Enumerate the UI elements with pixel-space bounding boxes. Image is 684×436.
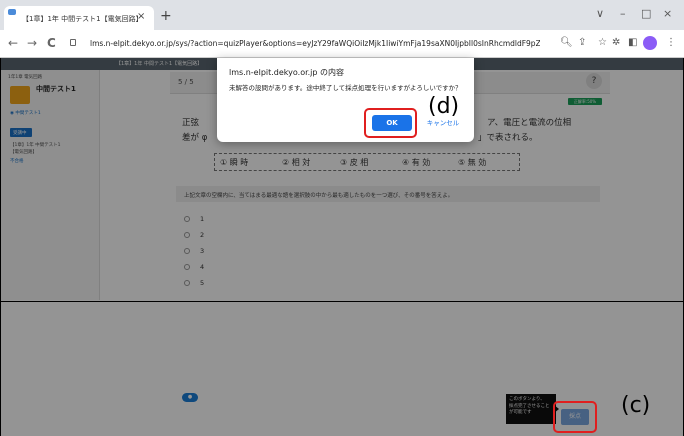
score-tag: 正解率:50% bbox=[568, 98, 602, 105]
dialog-title: lms.n-elpit.dekyo.or.jp の内容 bbox=[229, 68, 345, 77]
tooltip-arrow bbox=[554, 405, 559, 413]
sidebar-item-text-1[interactable]: 【1章】1年 中間テスト1 bbox=[10, 142, 61, 148]
sidebar-breadcrumb: 1年1章 電気回路 bbox=[8, 75, 43, 80]
question-line-1-right: ア、電圧と電流の位相 bbox=[487, 118, 572, 128]
tab-close-icon[interactable]: × bbox=[137, 11, 145, 22]
tab-search-icon[interactable]: ∨ bbox=[596, 7, 604, 20]
panel-divider bbox=[0, 301, 684, 302]
choice-3: ③ 皮 相 bbox=[340, 158, 369, 167]
tab-favicon-icon bbox=[8, 9, 16, 15]
menu-icon[interactable]: ⋮ bbox=[666, 37, 676, 48]
question-number: 5 / 5 bbox=[178, 78, 194, 86]
star-icon[interactable]: ☆ bbox=[598, 37, 607, 48]
tooltip-text: このボタンより、 採点完了させること が可能です bbox=[509, 397, 550, 415]
tab-title: 【1章】1年 中間テスト1【電気回路】 bbox=[22, 15, 143, 23]
address-bar[interactable]: lms.n-elpit.dekyo.or.jp/sys/?action=quiz… bbox=[78, 34, 540, 54]
option-label-5[interactable]: 5 bbox=[200, 279, 204, 287]
browser-tab[interactable]: 【1章】1年 中間テスト1【電気回路】 bbox=[4, 6, 154, 30]
new-tab-button[interactable]: + bbox=[160, 8, 172, 24]
choice-5: ⑤ 無 効 bbox=[458, 158, 487, 167]
course-title[interactable]: 中間テスト1 bbox=[36, 84, 76, 94]
question-instruction: 上記文章の空欄内に、当てはまる最適な語を選択肢の中から最も適したものを一つ選び、… bbox=[176, 186, 600, 202]
extensions-icon[interactable]: ✲ bbox=[612, 37, 620, 48]
back-button[interactable]: ← bbox=[8, 36, 18, 50]
option-radio-2[interactable] bbox=[184, 232, 190, 238]
panel-border-left bbox=[0, 58, 1, 436]
close-window-button[interactable]: × bbox=[663, 7, 672, 20]
status-badge: 受講中 bbox=[10, 128, 32, 137]
annotation-c: (c) bbox=[621, 393, 651, 418]
sidebar-item-text-2[interactable]: 【電気回路】 bbox=[10, 149, 37, 155]
sidebar bbox=[0, 70, 100, 300]
annotation-d: (d) bbox=[428, 94, 460, 119]
option-radio-5[interactable] bbox=[184, 280, 190, 286]
option-label-1[interactable]: 1 bbox=[200, 215, 204, 223]
question-line-1-left: 正弦 bbox=[182, 118, 200, 128]
reload-button[interactable]: C bbox=[47, 36, 56, 50]
ok-button[interactable]: OK bbox=[372, 115, 412, 131]
option-radio-3[interactable] bbox=[184, 248, 190, 254]
sidebar-sub-label[interactable]: ◉ 中間テスト1 bbox=[10, 110, 41, 116]
sidebar-item-status: 不合格 bbox=[10, 159, 24, 164]
submit-tooltip: このボタンより、 採点完了させること が可能です bbox=[506, 394, 556, 424]
choice-1: ① 瞬 時 bbox=[220, 158, 249, 167]
forward-button[interactable]: → bbox=[27, 36, 37, 50]
option-label-3[interactable]: 3 bbox=[200, 247, 204, 255]
choice-4: ④ 有 効 bbox=[402, 158, 431, 167]
page-indicator-pill[interactable]: ● bbox=[182, 393, 198, 402]
option-radio-4[interactable] bbox=[184, 264, 190, 270]
dialog-message: 未解答の設問があります。途中終了して採点処理を行いますがよろしいですか？ bbox=[229, 84, 462, 92]
choice-2: ② 相 対 bbox=[282, 158, 311, 167]
search-icon[interactable]: 🔍︎ bbox=[560, 37, 573, 48]
option-label-2[interactable]: 2 bbox=[200, 231, 204, 239]
submit-button[interactable]: 採点 bbox=[561, 409, 589, 425]
profile-icon[interactable] bbox=[643, 36, 657, 50]
option-radio-1[interactable] bbox=[184, 216, 190, 222]
option-label-4[interactable]: 4 bbox=[200, 263, 204, 271]
sidebar-icon[interactable]: ◧ bbox=[628, 37, 637, 48]
app-header-title: 【1章】1年 中間テスト1【電気回路】 bbox=[116, 61, 203, 67]
minimize-button[interactable]: – bbox=[620, 7, 626, 20]
help-icon[interactable]: ? bbox=[586, 73, 602, 89]
question-line-2-right: 」で表される。 bbox=[478, 133, 538, 143]
maximize-button[interactable]: □ bbox=[641, 7, 651, 20]
question-line-2-left: 差が φ bbox=[182, 133, 208, 143]
share-icon[interactable]: ⇪ bbox=[578, 37, 586, 48]
lock-icon bbox=[70, 39, 76, 46]
course-thumbnail bbox=[10, 86, 30, 104]
